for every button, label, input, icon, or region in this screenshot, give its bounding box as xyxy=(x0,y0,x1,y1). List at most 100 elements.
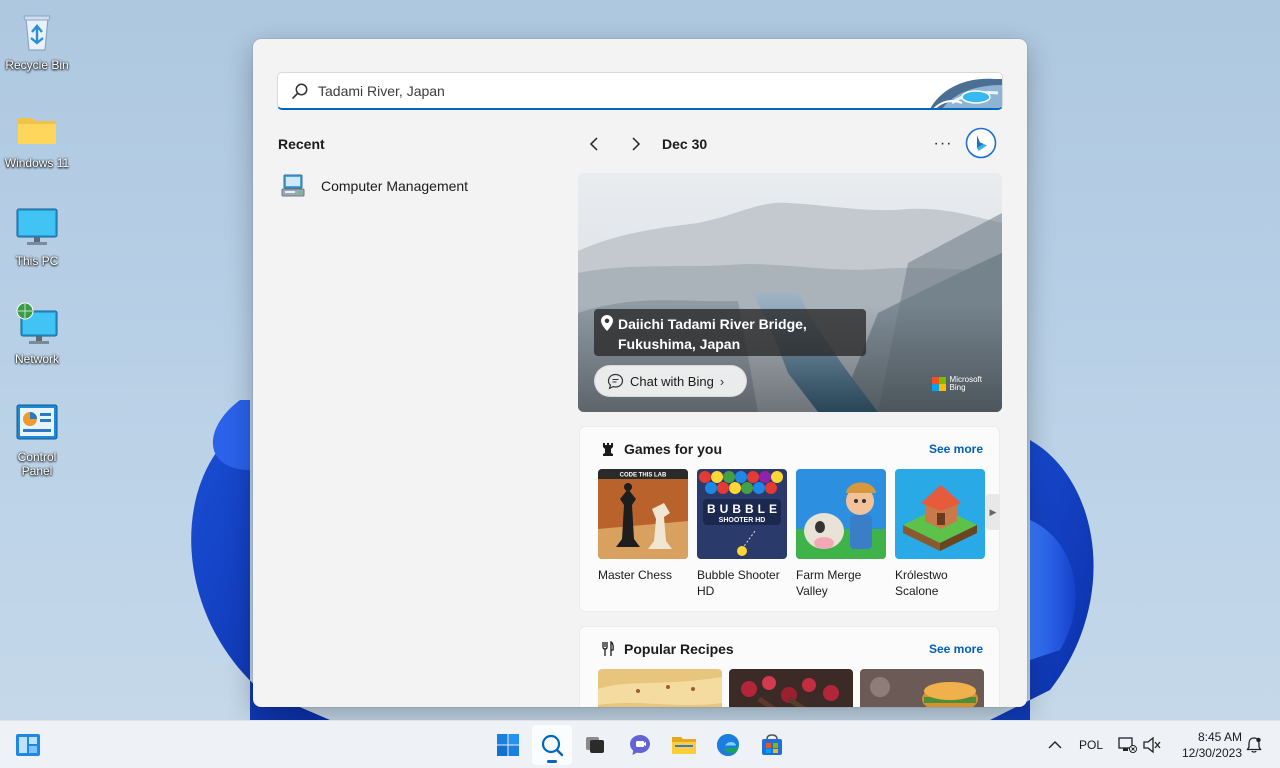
hero-image-card[interactable]: Daiichi Tadami River Bridge, Fukushima, … xyxy=(578,173,1002,412)
clock-time: 8:45 AM xyxy=(1197,730,1242,744)
computer-management-icon xyxy=(281,174,305,197)
chat-with-bing-button[interactable]: Chat with Bing › xyxy=(594,365,747,397)
bing-chat-button[interactable] xyxy=(965,127,997,159)
chevron-left-icon xyxy=(589,137,598,151)
desktop-icon-label: Windows 11 xyxy=(4,156,70,170)
chess-rook-icon xyxy=(603,443,613,456)
krolestwo-scalone-thumbnail xyxy=(895,469,985,559)
games-heading-label: Games for you xyxy=(624,441,723,457)
games-heading: Games for you xyxy=(600,441,722,457)
tile-text-line-2: SHOOTER HD xyxy=(719,517,766,524)
fork-knife-icon xyxy=(602,641,614,656)
games-scroll-right-button[interactable]: ▶ xyxy=(986,494,1000,530)
date-label: Dec 30 xyxy=(662,136,708,152)
search-input[interactable] xyxy=(318,79,918,103)
task-view-icon xyxy=(586,737,604,753)
desktop-icon-label: This PC xyxy=(15,254,59,268)
recipes-card: Popular Recipes See more xyxy=(579,626,1000,707)
recipes-see-more-link[interactable]: See more xyxy=(929,642,983,656)
more-options-button[interactable]: ··· xyxy=(930,132,956,156)
recipes-heading: Popular Recipes xyxy=(600,641,734,657)
microsoft-store-button[interactable] xyxy=(752,725,792,765)
caret-right-icon: ▶ xyxy=(989,506,997,517)
chevron-right-icon xyxy=(632,137,641,151)
game-name: Master Chess xyxy=(598,568,673,582)
brand-line-2: Bing xyxy=(949,383,966,392)
game-tile-farm-merge-valley[interactable]: Farm Merge Valley xyxy=(796,469,886,599)
location-line-1: Daiichi Tadami River Bridge, xyxy=(618,316,807,332)
recent-item-computer-management[interactable]: Computer Management xyxy=(279,170,539,202)
start-button[interactable] xyxy=(488,725,528,765)
search-flyout: Recent Computer Management Dec 30 ··· xyxy=(253,39,1027,707)
chevron-up-icon xyxy=(1048,741,1062,749)
game-tile-master-chess[interactable]: CODE THIS LAB Master Chess xyxy=(598,469,688,583)
desktop-icon-recycle-bin[interactable]: Recycle Bin xyxy=(2,8,72,72)
chevron-right-icon: › xyxy=(719,373,725,389)
games-see-more-link[interactable]: See more xyxy=(929,442,983,456)
recycle-bin-icon xyxy=(23,15,51,51)
desktop-icon-label: Recycle Bin xyxy=(5,58,69,72)
edge-icon xyxy=(717,734,739,756)
game-name: Bubble Shooter HD xyxy=(697,568,780,598)
clock-date: 12/30/2023 xyxy=(1181,746,1242,760)
game-tile-bubble-shooter-hd[interactable]: BUBBLE SHOOTER HD Bubble Shooter HD xyxy=(697,469,787,599)
edge-button[interactable] xyxy=(708,725,748,765)
recipe-thumbnail[interactable] xyxy=(860,669,984,707)
file-explorer-icon xyxy=(672,737,696,754)
input-language-indicator[interactable]: POL xyxy=(1079,738,1103,752)
desktop-icon-label: Control Panel xyxy=(17,450,57,478)
recent-item-label: Computer Management xyxy=(321,178,469,194)
recent-heading: Recent xyxy=(278,136,325,152)
task-view-button[interactable] xyxy=(575,725,615,765)
map-pin-icon xyxy=(601,315,613,331)
start-icon xyxy=(497,734,519,756)
recipe-thumbnail[interactable] xyxy=(598,669,722,707)
teams-chat-button[interactable] xyxy=(620,725,660,765)
volume-button[interactable] xyxy=(1142,735,1162,755)
farm-merge-valley-thumbnail xyxy=(796,469,886,559)
monitor-icon xyxy=(16,208,58,245)
recipe-thumbnail[interactable] xyxy=(729,669,853,707)
bubble-shooter-thumbnail: BUBBLE SHOOTER HD xyxy=(697,469,787,559)
microsoft-logo-icon xyxy=(931,377,946,391)
system-clock[interactable]: 8:45 AM 12/30/2023 xyxy=(1170,729,1242,761)
next-day-button[interactable] xyxy=(623,132,647,156)
taskbar: POL 8:45 AM 12/30/2023 xyxy=(0,720,1280,768)
recipes-heading-label: Popular Recipes xyxy=(624,641,734,657)
search-icon xyxy=(541,734,564,757)
game-name: Królestwo Scalone xyxy=(895,568,948,598)
control-panel-icon xyxy=(16,404,58,440)
desktop-icon-windows-11[interactable]: Windows 11 xyxy=(2,106,72,170)
folder-icon xyxy=(18,118,56,144)
previous-day-button[interactable] xyxy=(583,132,607,156)
desktop-icon-network[interactable]: Network xyxy=(2,302,72,366)
network-status-button[interactable] xyxy=(1117,735,1137,755)
location-line-2: Fukushima, Japan xyxy=(618,336,741,352)
show-hidden-icons-button[interactable] xyxy=(1045,735,1065,755)
network-icon xyxy=(16,302,58,344)
network-wired-icon xyxy=(1118,737,1137,753)
microsoft-bing-logo: Microsoft Bing xyxy=(931,376,982,392)
location-caption[interactable]: Daiichi Tadami River Bridge, Fukushima, … xyxy=(594,309,866,356)
search-button[interactable] xyxy=(532,725,572,765)
desktop-icon-control-panel[interactable]: Control Panel xyxy=(2,400,72,478)
notifications-button[interactable] xyxy=(1244,735,1264,755)
notification-bell-icon xyxy=(1246,737,1262,753)
tile-text: CODE THIS LAB xyxy=(620,473,667,479)
game-tile-krolestwo-scalone[interactable]: Królestwo Scalone xyxy=(895,469,985,599)
search-box[interactable] xyxy=(277,72,1003,110)
chat-icon xyxy=(630,735,650,755)
widgets-button[interactable] xyxy=(8,725,48,765)
chat-with-bing-label: Chat with Bing xyxy=(630,373,714,389)
master-chess-thumbnail: CODE THIS LAB xyxy=(598,469,688,559)
desktop-icon-this-pc[interactable]: This PC xyxy=(2,204,72,268)
chat-bubble-icon xyxy=(607,373,624,389)
game-name: Farm Merge Valley xyxy=(796,568,862,598)
games-card: Games for you See more CODE THIS LAB Mas… xyxy=(579,426,1000,612)
desktop-icon-label: Network xyxy=(14,352,59,366)
search-icon xyxy=(292,83,308,99)
file-explorer-button[interactable] xyxy=(664,725,704,765)
store-icon xyxy=(762,734,782,755)
widgets-icon xyxy=(16,734,40,756)
search-highlight-illustration-icon xyxy=(930,78,1002,108)
